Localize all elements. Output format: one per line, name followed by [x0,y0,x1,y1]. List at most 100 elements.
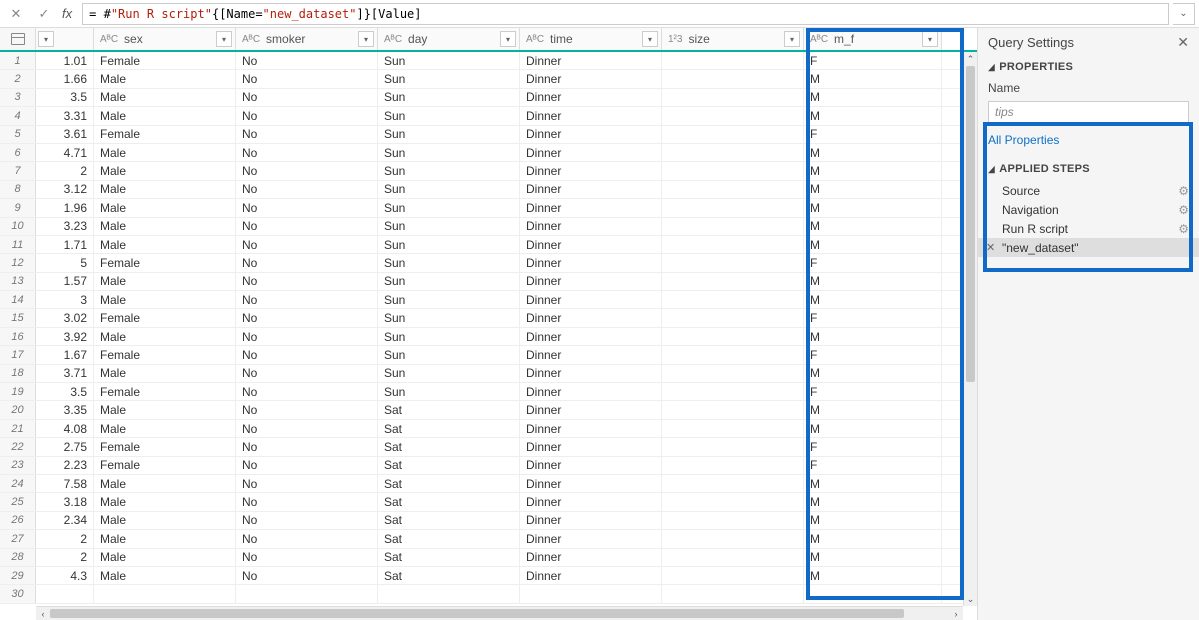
table-row[interactable]: 193.5FemaleNoSunDinnerF [0,383,963,401]
cell-day[interactable]: Sun [378,107,520,124]
cell-mf[interactable]: M [804,199,942,216]
cell-sex[interactable]: Male [94,273,236,290]
cell-smoker[interactable]: No [236,383,378,400]
table-row[interactable]: 103.23MaleNoSunDinnerM [0,218,963,236]
cell-sex[interactable]: Male [94,401,236,418]
cell-time[interactable]: Dinner [520,567,662,584]
table-row[interactable]: 203.35MaleNoSatDinnerM [0,401,963,419]
cell-size[interactable] [662,236,804,253]
filter-dropdown-icon[interactable]: ▾ [642,31,658,47]
cell-mf[interactable]: M [804,236,942,253]
cell-sex[interactable]: Female [94,309,236,326]
column-header-day[interactable]: AᴮC day ▾ [378,28,520,50]
cell-smoker[interactable]: No [236,52,378,69]
cell-mf[interactable]: M [804,218,942,235]
cell-smoker[interactable]: No [236,218,378,235]
cell-time[interactable]: Dinner [520,309,662,326]
cell-mf[interactable]: M [804,291,942,308]
properties-section-header[interactable]: ◢ PROPERTIES [988,61,1189,73]
cell-sex[interactable]: Male [94,218,236,235]
column-header-smoker[interactable]: AᴮC smoker ▾ [236,28,378,50]
cancel-formula-button[interactable]: ✕ [4,3,28,25]
cell-size[interactable] [662,567,804,584]
cell-time[interactable]: Dinner [520,218,662,235]
cell-tip[interactable]: 3.02 [36,309,94,326]
cell-mf[interactable]: M [804,493,942,510]
scroll-track[interactable] [50,607,949,620]
cell-time[interactable]: Dinner [520,346,662,363]
cell-day[interactable]: Sat [378,512,520,529]
filter-dropdown-icon[interactable]: ▾ [922,31,938,47]
cell-day[interactable]: Sat [378,549,520,566]
column-header-time[interactable]: AᴮC time ▾ [520,28,662,50]
table-row[interactable]: 125FemaleNoSunDinnerF [0,254,963,272]
table-menu-button[interactable] [0,28,36,50]
cell-day[interactable]: Sun [378,383,520,400]
cell-size[interactable] [662,438,804,455]
cell-size[interactable] [662,420,804,437]
cell-mf[interactable]: M [804,549,942,566]
cell-smoker[interactable]: No [236,567,378,584]
cell-tip[interactable]: 7.58 [36,475,94,492]
cell-time[interactable]: Dinner [520,144,662,161]
cell-tip[interactable]: 4.71 [36,144,94,161]
table-row[interactable]: 33.5MaleNoSunDinnerM [0,89,963,107]
cell-mf[interactable] [804,585,942,602]
cell-smoker[interactable]: No [236,420,378,437]
cell-mf[interactable]: M [804,273,942,290]
cell-tip[interactable]: 2 [36,549,94,566]
cell-time[interactable]: Dinner [520,273,662,290]
cell-time[interactable]: Dinner [520,181,662,198]
cell-mf[interactable]: M [804,401,942,418]
cell-day[interactable]: Sun [378,328,520,345]
cell-time[interactable]: Dinner [520,457,662,474]
cell-tip[interactable]: 1.66 [36,70,94,87]
cell-time[interactable]: Dinner [520,420,662,437]
cell-time[interactable]: Dinner [520,493,662,510]
cell-tip[interactable]: 4.3 [36,567,94,584]
cell-time[interactable]: Dinner [520,530,662,547]
cell-tip[interactable] [36,585,94,602]
cell-smoker[interactable]: No [236,70,378,87]
table-row[interactable]: 214.08MaleNoSatDinnerM [0,420,963,438]
cell-smoker[interactable]: No [236,493,378,510]
cell-day[interactable]: Sun [378,52,520,69]
cell-size[interactable] [662,493,804,510]
cell-sex[interactable]: Male [94,567,236,584]
cell-smoker[interactable]: No [236,126,378,143]
formula-expand-button[interactable]: ⌄ [1173,3,1195,25]
cell-day[interactable]: Sat [378,457,520,474]
cell-smoker[interactable]: No [236,309,378,326]
cell-mf[interactable]: M [804,365,942,382]
cell-tip[interactable]: 2.23 [36,457,94,474]
cell-day[interactable]: Sun [378,309,520,326]
scroll-thumb[interactable] [966,66,975,382]
scroll-left-icon[interactable]: ‹ [36,607,50,620]
filter-dropdown-icon[interactable]: ▾ [216,31,232,47]
table-row[interactable]: 247.58MaleNoSatDinnerM [0,475,963,493]
cell-sex[interactable]: Female [94,438,236,455]
cell-mf[interactable]: M [804,181,942,198]
all-properties-link[interactable]: All Properties [988,133,1189,147]
cell-tip[interactable]: 3.35 [36,401,94,418]
cell-tip[interactable]: 1.57 [36,273,94,290]
cell-day[interactable]: Sun [378,291,520,308]
cell-mf[interactable]: M [804,89,942,106]
cell-time[interactable]: Dinner [520,199,662,216]
cell-day[interactable]: Sun [378,162,520,179]
cell-mf[interactable]: F [804,383,942,400]
cell-time[interactable]: Dinner [520,52,662,69]
cell-day[interactable]: Sat [378,475,520,492]
cell-time[interactable]: Dinner [520,291,662,308]
cell-time[interactable]: Dinner [520,475,662,492]
table-row[interactable]: 294.3MaleNoSatDinnerM [0,567,963,585]
cell-tip[interactable]: 3.61 [36,126,94,143]
cell-size[interactable] [662,383,804,400]
applied-steps-section-header[interactable]: ◢ APPLIED STEPS [988,163,1189,175]
cell-time[interactable]: Dinner [520,365,662,382]
cell-sex[interactable]: Male [94,144,236,161]
cell-mf[interactable]: M [804,162,942,179]
cell-sex[interactable]: Male [94,107,236,124]
cell-size[interactable] [662,144,804,161]
cell-day[interactable]: Sun [378,254,520,271]
